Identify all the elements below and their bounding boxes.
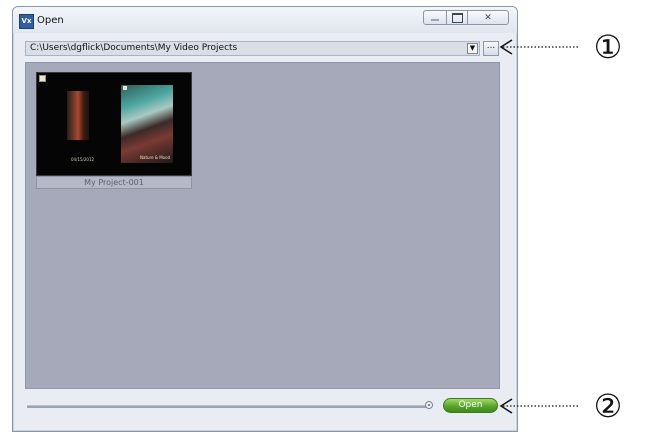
annotation-arrows (499, 39, 580, 414)
callout-2: ② (593, 387, 623, 425)
callout-1: ① (593, 28, 623, 66)
